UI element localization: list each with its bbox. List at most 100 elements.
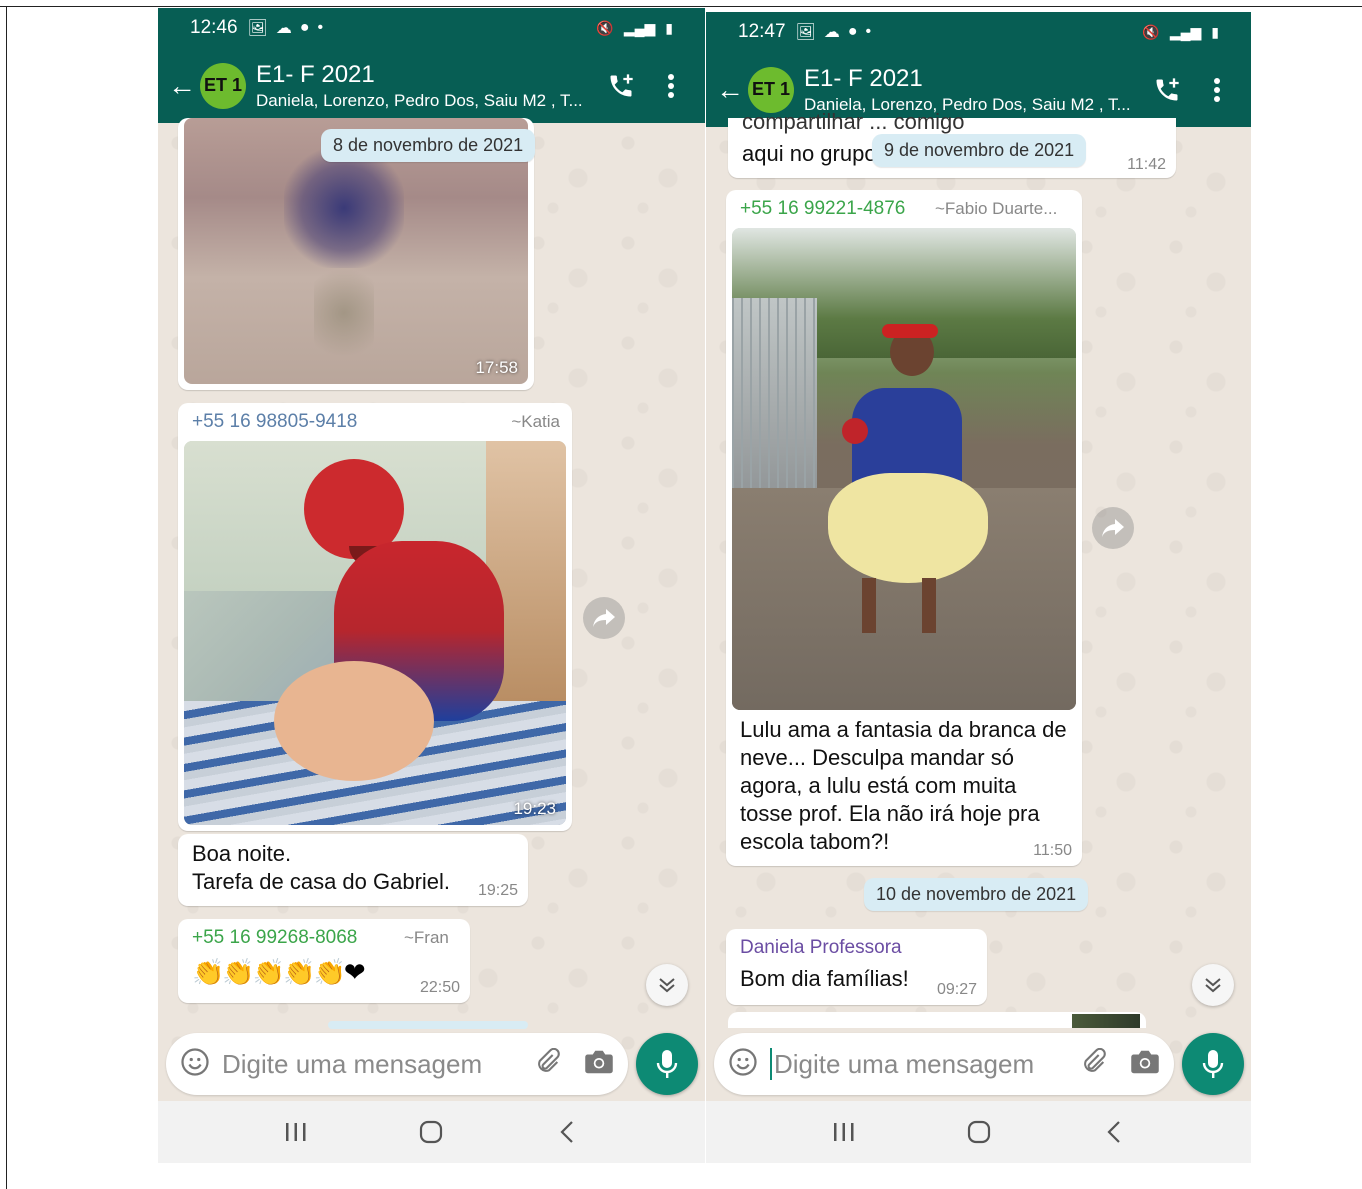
partial-photo (1072, 1014, 1140, 1028)
android-nav-bar (158, 1101, 705, 1163)
message-line-2: Tarefa de casa do Gabriel. (192, 869, 451, 894)
text-cursor (770, 1048, 772, 1080)
signal-icon: ▂▄▆ (623, 19, 656, 36)
back-arrow-icon[interactable]: ← (716, 75, 748, 104)
attach-icon[interactable] (534, 1047, 562, 1081)
status-notification-icons: 🖼 ☁ ● • (796, 22, 872, 42)
attach-icon[interactable] (1080, 1047, 1108, 1081)
chat-members: Daniela, Lorenzo, Pedro Dos, Saiu M2 , T… (256, 90, 583, 110)
message-text: Bom dia famílias! (740, 966, 909, 991)
add-call-icon[interactable] (1151, 74, 1183, 106)
message-bubble-daniela: Daniela Professora Bom dia famílias! 09:… (726, 929, 987, 1005)
text-bubble-katia: Boa noite. Tarefa de casa do Gabriel. 19… (178, 834, 528, 906)
android-nav-bar (706, 1101, 1251, 1163)
mute-icon: 🔇 (1142, 23, 1160, 40)
status-bar: 12:46 🖼 ☁ ● • 🔇 ▂▄▆ ▮ (158, 8, 705, 48)
kid-headband (882, 324, 938, 338)
camera-icon[interactable] (1130, 1049, 1160, 1080)
status-time: 12:47 (738, 21, 786, 42)
back-arrow-icon[interactable]: ← (168, 71, 200, 100)
kid-skirt (828, 473, 988, 583)
forward-icon[interactable] (583, 597, 625, 639)
emoji-message: 👏👏👏👏👏❤ (192, 957, 366, 987)
message-bubble-fabio: +55 16 99221-4876 ~Fabio Duarte... Lulu … (726, 190, 1082, 866)
account-icon: ● (299, 19, 310, 36)
recents-icon[interactable] (824, 1112, 864, 1152)
battery-icon: ▮ (665, 19, 673, 36)
phone-screen-left: 12:46 🖼 ☁ ● • 🔇 ▂▄▆ ▮ ← ET 1 E1- F 2021 … (158, 8, 705, 1163)
previous-message-line-2: aqui no grupo (742, 141, 877, 166)
photo-time: 19:23 (513, 799, 556, 818)
message-time: 09:27 (936, 981, 977, 998)
recents-icon[interactable] (276, 1112, 316, 1152)
date-pill: 10 de novembro de 2021 (864, 878, 1089, 911)
status-system-icons: 🔇 ▂▄▆ ▮ (596, 20, 673, 37)
status-time: 12:46 (190, 17, 238, 38)
home-icon[interactable] (959, 1112, 999, 1152)
message-input-bar[interactable]: Digite uma mensagem (714, 1033, 1174, 1095)
message-time: 11:42 (1127, 156, 1166, 173)
group-avatar[interactable]: ET 1 (200, 62, 246, 109)
message-input-placeholder[interactable]: Digite uma mensagem (222, 1049, 534, 1080)
scroll-down-icon[interactable] (646, 964, 688, 1006)
spiderman-kid-photo[interactable]: 19:23 (184, 441, 566, 825)
phone-screen-right: 12:47 🖼 ☁ ● • 🔇 ▂▄▆ ▮ ← ET 1 E1- F 2021 … (706, 12, 1251, 1163)
sender-alias: ~Fran (404, 928, 449, 947)
kid-legs (274, 661, 434, 781)
forward-icon[interactable] (1092, 507, 1134, 549)
sender-name[interactable]: Daniela Professora (740, 937, 902, 959)
status-bar: 12:47 🖼 ☁ ● • 🔇 ▂▄▆ ▮ (706, 12, 1251, 52)
dot-icon: • (865, 23, 872, 40)
kid-leg-right (922, 578, 936, 633)
message-time: 19:25 (477, 882, 518, 899)
add-call-icon[interactable] (605, 70, 637, 102)
account-icon: ● (847, 23, 858, 40)
scroll-down-icon[interactable] (1192, 964, 1234, 1006)
sender-phone[interactable]: +55 16 98805-9418 (192, 411, 357, 433)
emoji-icon[interactable] (728, 1047, 758, 1082)
chat-title-block[interactable]: E1- F 2021 Daniela, Lorenzo, Pedro Dos, … (804, 65, 1151, 115)
message-text: Lulu ama a fantasia da branca de neve...… (740, 717, 1067, 854)
status-system-icons: 🔇 ▂▄▆ ▮ (1142, 24, 1219, 41)
message-bubble-fran: +55 16 99268-8068 ~Fran 👏👏👏👏👏❤ 22:50 (178, 919, 470, 1003)
message-time: 11:50 (1033, 842, 1072, 859)
cloud-icon: ☁ (275, 20, 292, 37)
date-pill: 9 de novembro de 2021 (872, 134, 1087, 167)
photo-time: 17:58 (475, 358, 518, 377)
sender-alias: ~Fabio Duarte... (935, 199, 1058, 218)
mute-icon: 🔇 (596, 19, 614, 36)
message-input-bar[interactable]: Digite uma mensagem (166, 1033, 628, 1095)
kid-leg-left (862, 578, 876, 633)
sender-phone[interactable]: +55 16 99268-8068 (192, 927, 357, 949)
group-avatar[interactable]: ET 1 (748, 66, 794, 113)
frame-top-border (0, 6, 1362, 7)
back-nav-icon[interactable] (547, 1112, 587, 1152)
camera-icon[interactable] (584, 1049, 614, 1080)
sender-phone[interactable]: +55 16 99221-4876 (740, 198, 905, 220)
frame-left-border (6, 6, 7, 1189)
back-nav-icon[interactable] (1094, 1112, 1134, 1152)
mic-icon[interactable] (636, 1033, 698, 1095)
partial-next-message (728, 1012, 1146, 1028)
gallery-icon: 🖼 (247, 20, 268, 37)
apple (842, 418, 868, 444)
more-vert-icon[interactable] (1201, 74, 1233, 106)
chat-header: ← ET 1 E1- F 2021 Daniela, Lorenzo, Pedr… (158, 48, 705, 123)
emoji-icon[interactable] (180, 1047, 210, 1082)
snow-white-kid-photo[interactable] (732, 228, 1076, 710)
chat-title-block[interactable]: E1- F 2021 Daniela, Lorenzo, Pedro Dos, … (256, 61, 605, 111)
cloud-icon: ☁ (823, 24, 840, 41)
fence-area (732, 298, 817, 518)
message-bubble-katia: +55 16 98805-9418 ~Katia 19:23 (178, 403, 572, 831)
mic-icon[interactable] (1182, 1033, 1244, 1095)
message-input-placeholder[interactable]: Digite uma mensagem (774, 1049, 1080, 1080)
previous-message-line-1: compartilhar ... comigo (742, 109, 965, 134)
message-line-1: Boa noite. (192, 841, 292, 866)
date-pill: 8 de novembro de 2021 (321, 129, 536, 162)
partial-date-pill (328, 1021, 528, 1029)
more-vert-icon[interactable] (655, 70, 687, 102)
signal-icon: ▂▄▆ (1169, 23, 1202, 40)
home-icon[interactable] (411, 1112, 451, 1152)
dot-icon: • (317, 19, 324, 36)
chat-title: E1- F 2021 (256, 60, 375, 88)
